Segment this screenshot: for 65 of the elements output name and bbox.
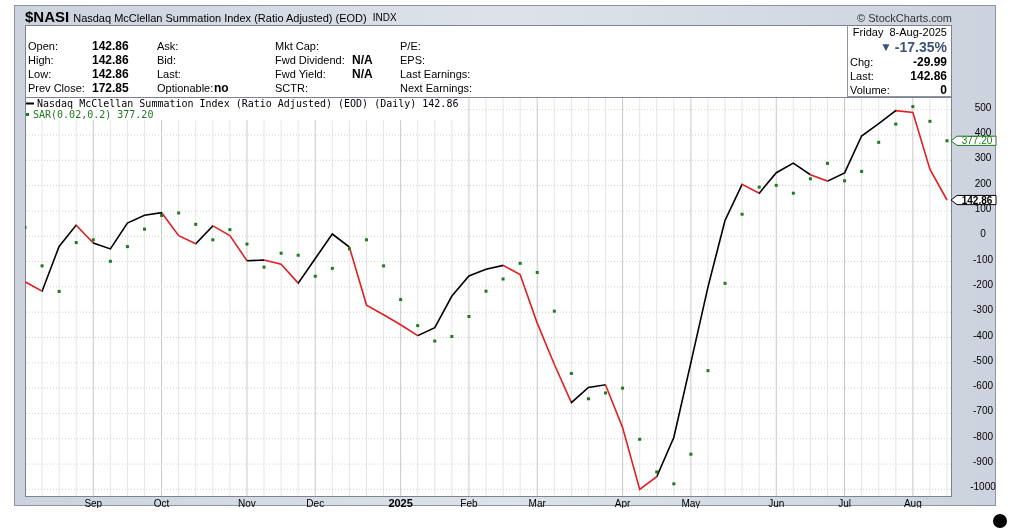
index-name: Nasdaq McClellan Summation Index (Ratio Adjusted) (EOD) xyxy=(73,11,367,25)
axis-label: Mar xyxy=(528,498,546,508)
summary-value: -29.99 xyxy=(912,55,947,69)
field-label: Next Earnings: xyxy=(400,82,474,94)
resize-handle[interactable] xyxy=(993,514,1007,528)
field-label: Bid: xyxy=(157,54,177,66)
exchange-label: INDX xyxy=(372,11,397,25)
axis-label: 200 xyxy=(974,177,992,189)
axis-label: 0 xyxy=(980,228,986,240)
axis-label: Jul xyxy=(838,498,851,508)
axis-label: -1000 xyxy=(970,481,996,493)
summary-value: 0 xyxy=(940,83,947,97)
axis-label: -900 xyxy=(973,456,993,468)
field-label: Mkt Cap: xyxy=(275,40,320,52)
ticker-symbol: $NASI xyxy=(25,9,70,25)
quote-date: Friday 8-Aug-2025 xyxy=(852,26,947,39)
axis-label: -600 xyxy=(973,380,993,392)
field-value: 172.85 xyxy=(92,81,130,95)
axis-label: Oct xyxy=(153,498,170,508)
field-value: N/A xyxy=(352,53,374,67)
summary-label: Chg: xyxy=(850,55,874,69)
field-label: High: xyxy=(28,54,55,66)
axis-label: -700 xyxy=(973,405,993,417)
field-label: Fwd Yield: xyxy=(275,68,327,80)
axis-label: Nov xyxy=(238,498,256,508)
summary-label: Volume: xyxy=(850,83,890,97)
price-tag: 377.20 xyxy=(950,135,997,147)
field-value: 142.86 xyxy=(92,39,130,53)
field-label: Prev Close: xyxy=(28,82,86,94)
summary-value: 142.86 xyxy=(910,69,947,83)
axis-label: -800 xyxy=(973,430,993,442)
field-label: EPS: xyxy=(400,54,427,66)
field-value: no xyxy=(214,81,230,95)
axis-label: -400 xyxy=(973,329,993,341)
down-triangle-icon: ▼ xyxy=(879,39,892,55)
axis-label: Dec xyxy=(306,498,325,508)
summary-label: Last: xyxy=(850,69,874,83)
axis-label: -500 xyxy=(973,354,993,366)
field-label: Last: xyxy=(157,68,182,80)
credit-text: © StockCharts.com xyxy=(857,11,952,25)
axis-label: Feb xyxy=(460,498,478,508)
axis-label: -200 xyxy=(973,278,993,290)
axis-label: Jun xyxy=(768,498,785,508)
legend-value: (Daily) 142.86 xyxy=(374,98,459,109)
field-label: Fwd Dividend: xyxy=(275,54,346,66)
field-value: N/A xyxy=(352,67,374,81)
field-label: Ask: xyxy=(157,40,180,52)
field-label: P/E: xyxy=(400,40,422,52)
axis-label: 500 xyxy=(974,101,992,113)
percent-change: -17.35% xyxy=(894,39,947,55)
axis-label: -100 xyxy=(973,253,993,265)
axis-label: 300 xyxy=(974,152,992,164)
field-label: Last Earnings: xyxy=(400,68,472,80)
field-label: SCTR: xyxy=(275,82,309,94)
price-tag: 142.86 xyxy=(950,194,997,206)
legend-value: 377.20 xyxy=(117,109,154,120)
axis-label: 2025 xyxy=(388,497,413,508)
field-value: 142.86 xyxy=(92,53,130,67)
legend-series-name: SAR(0.02,0.2) xyxy=(33,109,112,120)
field-value: 142.86 xyxy=(92,67,130,81)
field-label: Open: xyxy=(28,40,59,52)
field-label: Low: xyxy=(28,68,53,80)
legend-series-name: Nasdaq McClellan Summation Index (Ratio Adjusted) (EOD) xyxy=(37,98,369,109)
axis-label: -300 xyxy=(973,304,993,316)
axis-label: 400 xyxy=(974,126,992,138)
